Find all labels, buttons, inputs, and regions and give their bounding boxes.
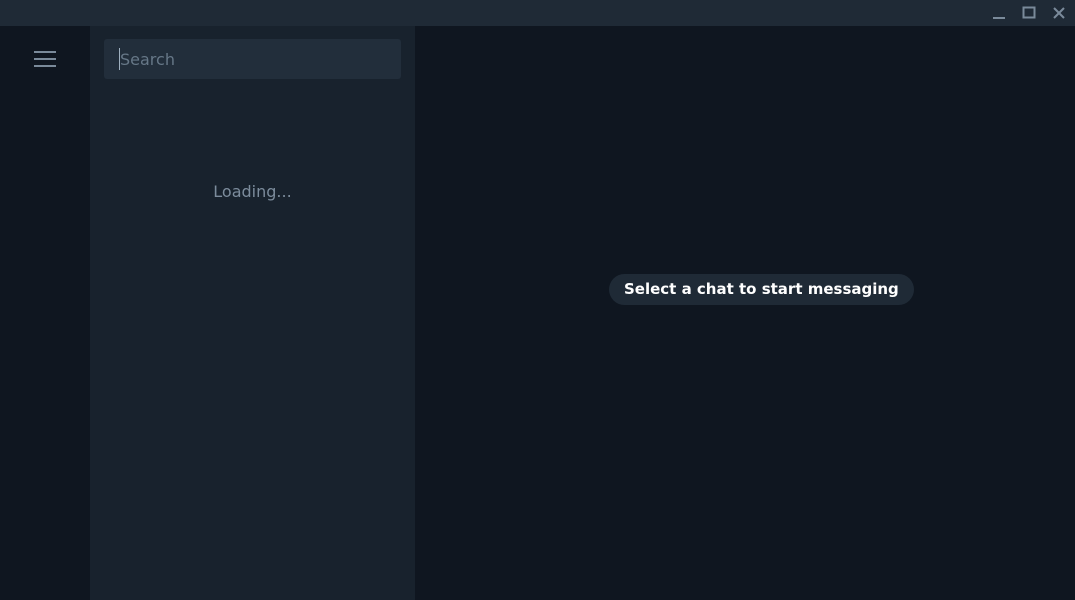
text-caret	[119, 48, 120, 70]
search-box	[104, 39, 401, 79]
minimize-button[interactable]	[984, 0, 1014, 26]
maximize-button[interactable]	[1014, 0, 1044, 26]
hamburger-menu-icon	[34, 51, 56, 67]
search-input[interactable]	[104, 39, 401, 79]
title-bar	[0, 0, 1075, 26]
chat-list-loading-text: Loading...	[213, 182, 292, 201]
chat-area: Select a chat to start messaging	[415, 26, 1075, 600]
app-window: Loading... Select a chat to start messag…	[0, 0, 1075, 600]
close-icon	[1053, 7, 1065, 19]
chat-list-panel: Loading...	[90, 26, 415, 600]
maximize-icon	[1022, 6, 1036, 19]
minimize-icon	[993, 17, 1005, 19]
side-rail	[0, 26, 90, 600]
close-button[interactable]	[1044, 0, 1074, 26]
main-menu-button[interactable]	[26, 46, 64, 72]
empty-chat-message: Select a chat to start messaging	[609, 274, 914, 305]
